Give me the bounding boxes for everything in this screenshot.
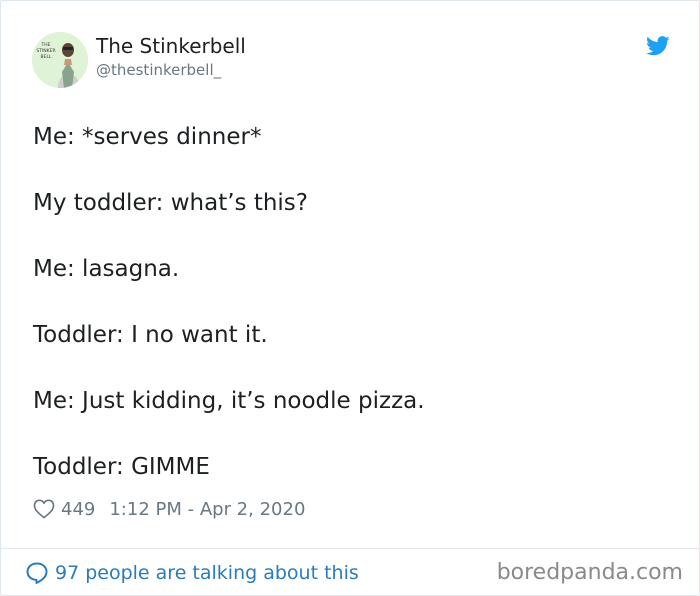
tweet-meta: 449 1:12 PM - Apr 2, 2020 bbox=[33, 496, 305, 522]
like-count[interactable]: 449 bbox=[61, 499, 95, 520]
tweet-line: Toddler: GIMME bbox=[33, 454, 210, 480]
tweet-card: THE STINKER BELL The Stinkerbell @thesti… bbox=[0, 0, 700, 596]
tweet-line: Me: Just kidding, it’s noodle pizza. bbox=[33, 388, 425, 414]
tweet-timestamp[interactable]: 1:12 PM - Apr 2, 2020 bbox=[109, 499, 305, 520]
author-handle[interactable]: @thestinkerbell_ bbox=[96, 61, 221, 79]
boredpanda-watermark: boredpanda.com bbox=[496, 560, 683, 585]
avatar-image: THE STINKER BELL bbox=[32, 32, 88, 88]
tweet-line: Toddler: I no want it. bbox=[33, 322, 268, 348]
svg-text:THE: THE bbox=[41, 42, 51, 48]
tweet-line: Me: lasagna. bbox=[33, 256, 180, 282]
avatar[interactable]: THE STINKER BELL bbox=[32, 32, 88, 88]
svg-text:BELL: BELL bbox=[41, 54, 52, 60]
speech-bubble-icon[interactable] bbox=[25, 561, 49, 585]
heart-icon[interactable] bbox=[33, 499, 55, 519]
tweet-text: Me: *serves dinner* My toddler: what’s t… bbox=[33, 121, 673, 517]
author-display-name[interactable]: The Stinkerbell bbox=[96, 34, 246, 58]
tweet-footer[interactable]: 97 people are talking about this bbox=[25, 557, 359, 589]
tweet-line: My toddler: what’s this? bbox=[33, 190, 308, 216]
tweet-header: THE STINKER BELL The Stinkerbell @thesti… bbox=[32, 32, 672, 88]
talking-about-link[interactable]: 97 people are talking about this bbox=[55, 562, 359, 584]
twitter-bird-icon[interactable] bbox=[646, 36, 670, 56]
tweet-line: Me: *serves dinner* bbox=[33, 124, 262, 150]
svg-text:STINKER: STINKER bbox=[36, 48, 55, 54]
footer-divider bbox=[1, 548, 700, 549]
